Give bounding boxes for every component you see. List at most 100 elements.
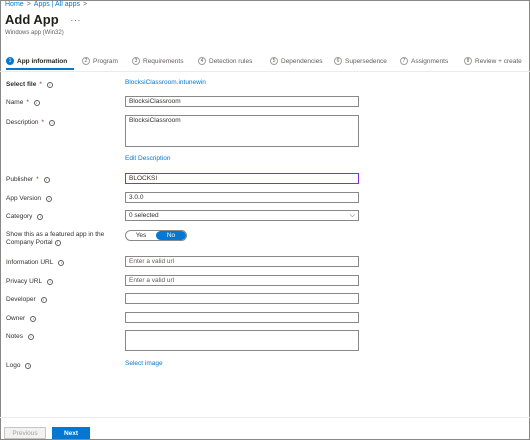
steps-divider xyxy=(0,71,530,72)
step-label: Detection rules xyxy=(209,57,253,65)
step-number: 8 xyxy=(464,57,472,65)
next-button[interactable]: Next xyxy=(52,427,90,439)
step-review-create[interactable]: 8 Review + create xyxy=(464,57,522,65)
category-dropdown[interactable]: 0 selected ⌵ xyxy=(125,210,359,221)
publisher-value: BLOCKSI xyxy=(129,175,158,182)
edit-description-link[interactable]: Edit Description xyxy=(125,155,171,162)
step-label: Dependencies xyxy=(281,57,323,65)
more-options-icon[interactable]: ... xyxy=(71,13,82,23)
step-program[interactable]: 2 Program xyxy=(82,57,118,65)
publisher-input[interactable]: BLOCKSI xyxy=(125,173,359,184)
breadcrumb-home[interactable]: Home xyxy=(5,1,24,8)
label-text: Owner xyxy=(6,315,26,322)
required-marker: * xyxy=(41,119,45,126)
featured-app-toggle[interactable]: Yes No xyxy=(125,230,187,241)
required-marker: * xyxy=(36,176,39,183)
app-version-value: 3.0.0 xyxy=(129,194,144,201)
step-number: 2 xyxy=(82,57,90,65)
step-label: Assignments xyxy=(411,57,449,65)
breadcrumb: Home > Apps | All apps > xyxy=(5,1,87,8)
step-detection-rules[interactable]: 4 Detection rules xyxy=(198,57,252,65)
privacy-url-placeholder: Enter a valid url xyxy=(129,277,175,284)
name-label: Name * i xyxy=(6,99,40,106)
label-text: Select file xyxy=(6,81,37,88)
previous-button[interactable]: Previous xyxy=(4,427,46,439)
required-marker: * xyxy=(39,81,42,88)
step-label: Program xyxy=(93,57,118,65)
step-app-information[interactable]: 1 App information xyxy=(6,57,67,65)
developer-input[interactable] xyxy=(125,293,359,304)
app-version-label: App Version i xyxy=(6,195,53,202)
step-label: App information xyxy=(17,57,68,65)
info-icon[interactable]: i xyxy=(40,296,47,303)
logo-label: Logo i xyxy=(6,362,32,369)
page-title: Add App xyxy=(5,12,59,27)
label-text: Publisher xyxy=(6,176,34,183)
active-step-underline xyxy=(6,68,74,70)
info-icon[interactable]: i xyxy=(30,315,37,322)
information-url-placeholder: Enter a valid url xyxy=(129,258,175,265)
step-number: 6 xyxy=(334,57,342,65)
label-text: Notes xyxy=(6,333,23,340)
info-icon[interactable]: i xyxy=(46,81,53,88)
required-marker: * xyxy=(26,99,29,106)
step-dependencies[interactable]: 5 Dependencies xyxy=(270,57,323,65)
step-requirements[interactable]: 3 Requirements xyxy=(132,57,183,65)
label-text: Information URL xyxy=(6,259,54,266)
step-number: 5 xyxy=(270,57,278,65)
chevron-down-icon: ⌵ xyxy=(349,211,355,219)
featured-app-label: Show this as a featured app in the Compa… xyxy=(6,231,104,246)
wizard-steps: 1 App information 2 Program 3 Requiremen… xyxy=(6,57,530,71)
select-image-link[interactable]: Select image xyxy=(125,360,163,367)
name-value: BlocksiClassroom xyxy=(129,98,181,105)
developer-label: Developer i xyxy=(6,296,47,303)
privacy-url-label: Privacy URL i xyxy=(6,278,54,285)
label-text: Logo xyxy=(6,362,21,369)
label-text: Category xyxy=(6,213,33,220)
owner-label: Owner i xyxy=(6,315,37,322)
info-icon[interactable]: i xyxy=(47,278,54,285)
description-textarea[interactable]: BlocksiClassroom xyxy=(125,115,359,147)
info-icon[interactable]: i xyxy=(25,362,32,369)
label-text: Description xyxy=(6,119,39,126)
step-assignments[interactable]: 7 Assignments xyxy=(400,57,448,65)
toggle-yes[interactable]: Yes xyxy=(126,231,156,240)
breadcrumb-separator: > xyxy=(82,1,88,8)
step-number: 4 xyxy=(198,57,206,65)
label-text: App Version xyxy=(6,195,42,202)
name-input[interactable]: BlocksiClassroom xyxy=(125,96,359,107)
breadcrumb-separator: > xyxy=(26,1,31,8)
step-number: 7 xyxy=(400,57,408,65)
privacy-url-input[interactable]: Enter a valid url xyxy=(125,275,359,286)
label-text-line2-wrap: Company Portal i xyxy=(6,239,61,246)
category-value: 0 selected xyxy=(129,212,159,219)
info-icon[interactable]: i xyxy=(27,333,34,340)
label-text: Privacy URL xyxy=(6,278,43,285)
owner-input[interactable] xyxy=(125,312,359,323)
breadcrumb-apps[interactable]: Apps | All apps xyxy=(34,1,80,8)
label-text: Developer xyxy=(6,296,36,303)
label-text-line1: Show this as a featured app in the xyxy=(6,231,105,238)
toggle-no[interactable]: No xyxy=(156,231,186,240)
step-number: 3 xyxy=(132,57,140,65)
info-icon[interactable]: i xyxy=(33,99,40,106)
info-icon[interactable]: i xyxy=(54,239,61,246)
info-icon[interactable]: i xyxy=(37,213,44,220)
info-icon[interactable]: i xyxy=(43,176,50,183)
information-url-input[interactable]: Enter a valid url xyxy=(125,256,359,267)
page-subtitle: Windows app (Win32) xyxy=(5,30,64,36)
footer-divider xyxy=(0,417,530,418)
app-version-input[interactable]: 3.0.0 xyxy=(125,192,359,203)
information-url-label: Information URL i xyxy=(6,259,65,266)
description-value: BlocksiClassroom xyxy=(129,117,181,124)
label-text-line2: Company Portal xyxy=(6,239,53,246)
step-label: Supersedence xyxy=(345,57,387,65)
step-supersedence[interactable]: 6 Supersedence xyxy=(334,57,387,65)
info-icon[interactable]: i xyxy=(46,195,53,202)
selected-file-link[interactable]: BlocksiClassroom.intunewin xyxy=(125,79,206,86)
description-label: Description * i xyxy=(6,119,56,126)
notes-textarea[interactable] xyxy=(125,330,359,351)
step-label: Review + create xyxy=(475,57,522,65)
info-icon[interactable]: i xyxy=(58,259,65,266)
info-icon[interactable]: i xyxy=(49,119,56,126)
